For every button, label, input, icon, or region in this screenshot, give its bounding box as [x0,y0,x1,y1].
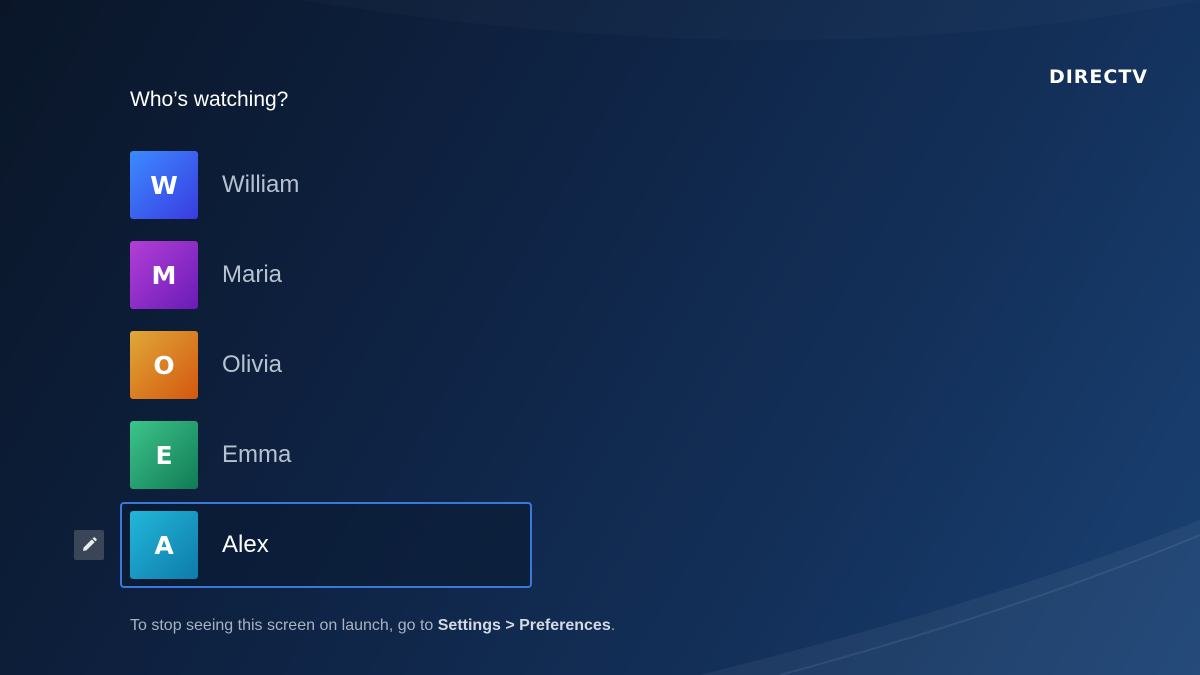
page-title: Who’s watching? [130,88,289,111]
profile-avatar: W [130,151,198,219]
profile-emma[interactable]: E Emma [120,412,532,498]
directv-logo: DIRECTV [1048,66,1148,88]
profile-name: Alex [222,531,269,558]
footer-suffix: . [610,617,616,634]
profile-name: Emma [222,441,292,468]
footer-hint: To stop seeing this screen on launch, go… [130,617,615,635]
profile-william[interactable]: W William [120,142,532,228]
profile-alex[interactable]: A Alex [74,502,532,588]
edit-profile-button[interactable] [74,530,104,560]
profile-olivia[interactable]: O Olivia [120,322,532,408]
profile-name: Olivia [222,351,283,378]
profile-avatar: A [130,511,198,579]
profile-list: W William M Maria O Olivia E Emma A Alex [74,142,540,592]
profile-avatar: M [130,241,198,309]
profile-name: William [222,171,300,198]
profile-avatar: E [130,421,198,489]
settings-preferences-link: Settings > Preferences [437,617,611,634]
footer-prefix: To stop seeing this screen on launch, go… [130,617,438,634]
profile-maria[interactable]: M Maria [120,232,532,318]
profile-avatar: O [130,331,198,399]
pencil-icon [83,537,97,551]
profile-name: Maria [222,261,283,288]
